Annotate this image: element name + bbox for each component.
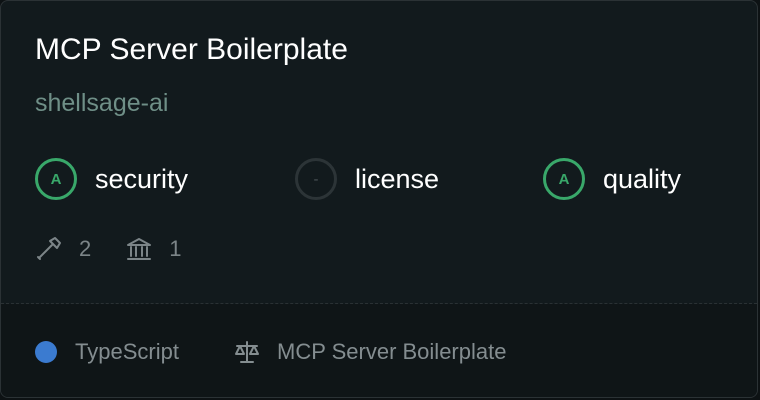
- quality-grade-badge: A: [543, 158, 585, 200]
- security-grade-badge: A: [35, 158, 77, 200]
- server-title[interactable]: MCP Server Boilerplate: [35, 33, 348, 67]
- scale-icon: [235, 341, 259, 363]
- license-grade-badge: -: [295, 158, 337, 200]
- server-card[interactable]: MCP Server Boilerplate shellsage-ai A se…: [0, 0, 758, 398]
- security-grade: A security: [35, 155, 188, 203]
- language-label: TypeScript: [75, 339, 179, 364]
- quality-grade: A quality: [543, 155, 681, 203]
- license-grade: - license: [295, 155, 439, 203]
- hammer-icon: [37, 237, 61, 260]
- quality-label: quality: [603, 163, 682, 194]
- tools-count: 2: [79, 236, 92, 261]
- language-color-dot: [35, 341, 57, 363]
- security-label: security: [95, 163, 189, 194]
- card-body: MCP Server Boilerplate shellsage-ai A se…: [1, 1, 757, 303]
- tools-stat: 2: [35, 235, 91, 263]
- license-label: license: [355, 163, 440, 194]
- resources-stat: 1: [125, 235, 182, 263]
- resources-count: 1: [169, 236, 182, 261]
- license-text: MCP Server Boilerplate: [277, 339, 507, 364]
- owner-link[interactable]: shellsage-ai: [35, 89, 168, 118]
- bank-icon: [127, 238, 152, 260]
- stats-row: 2 1: [35, 231, 216, 267]
- card-footer: TypeScript MCP Server Boilerplate: [1, 304, 757, 397]
